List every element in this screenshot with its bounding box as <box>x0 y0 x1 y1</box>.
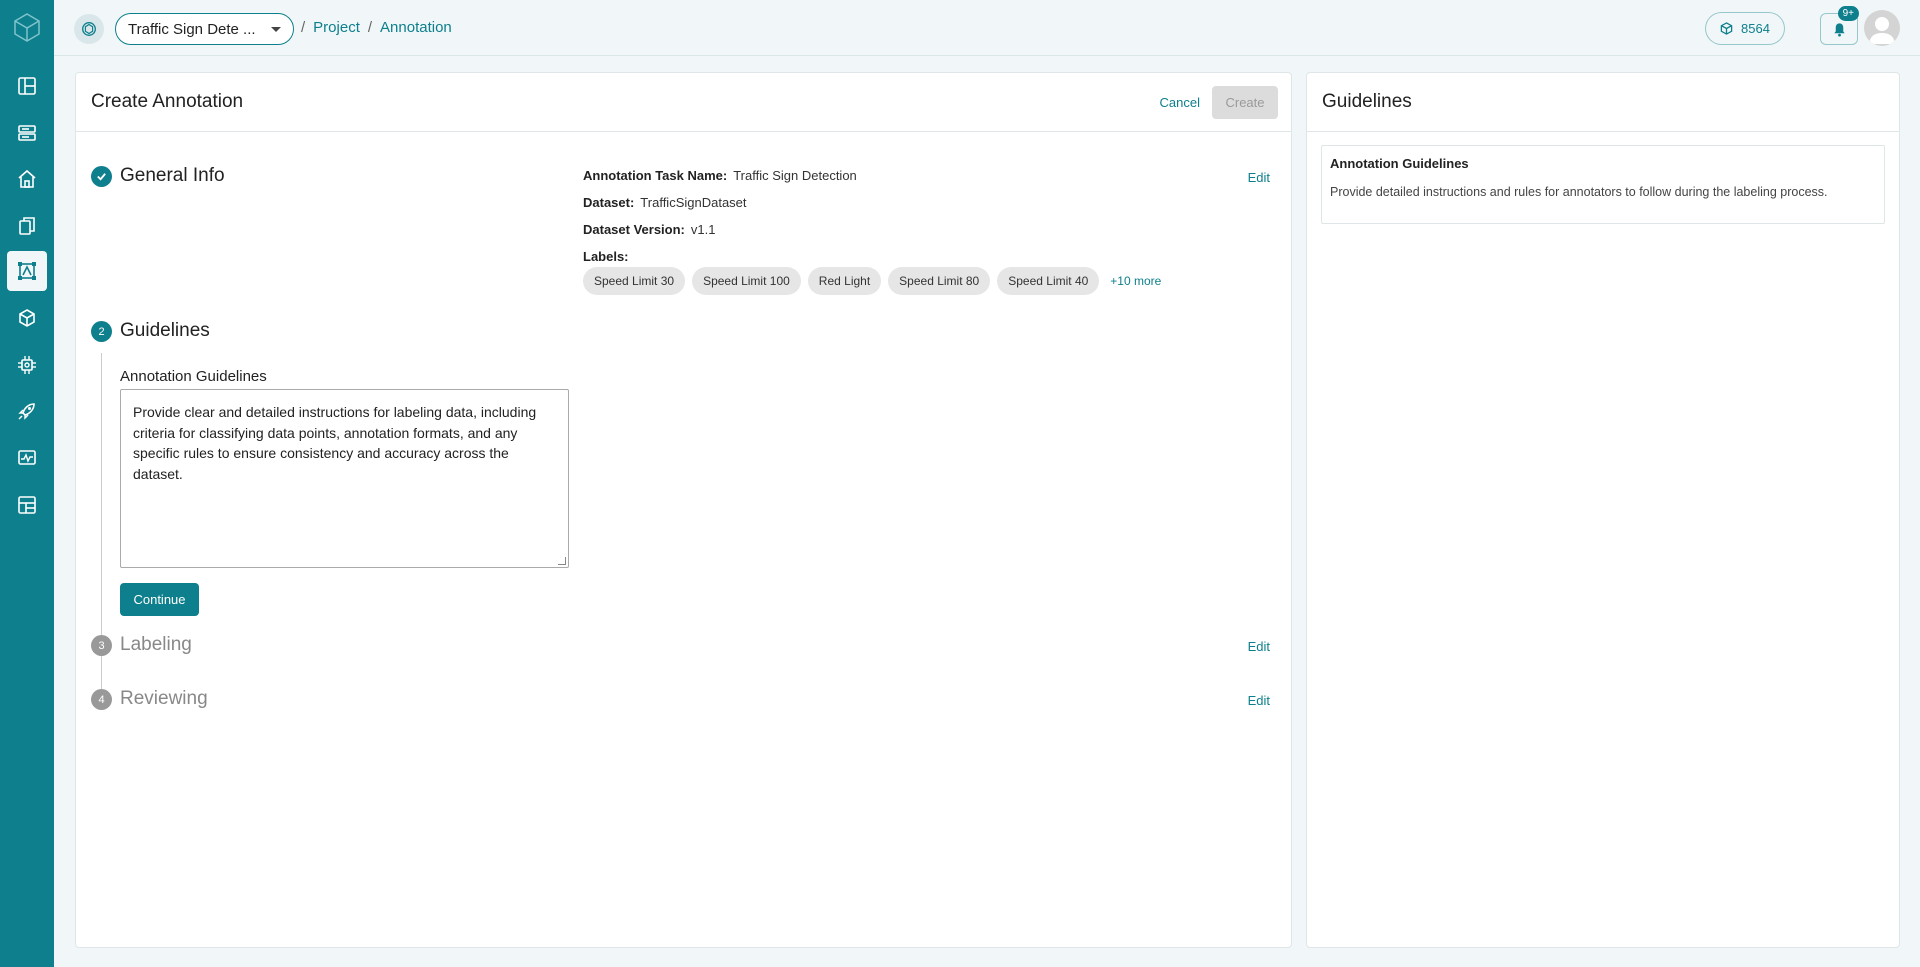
continue-button[interactable]: Continue <box>120 583 199 616</box>
breadcrumb-separator: / <box>367 19 373 36</box>
side-panel-title: Guidelines <box>1322 91 1412 112</box>
user-icon <box>1869 17 1895 44</box>
task-name-value: Traffic Sign Detection <box>733 168 857 183</box>
task-name-row: Annotation Task Name: Traffic Sign Detect… <box>583 168 857 183</box>
sidebar-item-annotation[interactable] <box>7 251 47 291</box>
edit-reviewing-link[interactable]: Edit <box>1248 693 1270 708</box>
notifications-button[interactable]: 9+ <box>1820 6 1859 45</box>
edit-labeling-link[interactable]: Edit <box>1248 639 1270 654</box>
step-number-badge: 4 <box>91 689 112 710</box>
step-guidelines-title[interactable]: Guidelines <box>120 320 210 342</box>
more-labels-link[interactable]: +10 more <box>1110 274 1161 288</box>
step-general-info-title[interactable]: General Info <box>120 165 225 187</box>
label-chip: Speed Limit 100 <box>692 267 801 295</box>
guidelines-textarea[interactable]: Provide clear and detailed instructions … <box>120 389 569 568</box>
layout-icon <box>18 77 36 95</box>
step-reviewing-title[interactable]: Reviewing <box>120 688 208 710</box>
guidelines-field-label: Annotation Guidelines <box>120 368 267 385</box>
dataset-version-label: Dataset Version: <box>583 222 685 237</box>
sidebar-item-compute[interactable] <box>7 345 47 385</box>
credits-count: 8564 <box>1741 21 1770 36</box>
dataset-value: TrafficSignDataset <box>640 195 747 210</box>
sidebar-item-deploy[interactable] <box>7 391 47 431</box>
create-button[interactable]: Create <box>1212 85 1278 119</box>
side-panel-header: Guidelines <box>1307 73 1899 132</box>
home-icon <box>18 169 36 188</box>
credits-button[interactable]: 8564 <box>1705 12 1785 45</box>
guidelines-card: Annotation Guidelines Provide detailed i… <box>1321 145 1885 224</box>
step-number-badge: 2 <box>91 321 112 342</box>
monitor-icon <box>18 450 36 465</box>
sidebar <box>0 0 54 967</box>
annotation-icon <box>18 262 36 280</box>
avatar[interactable] <box>1864 10 1900 46</box>
create-annotation-panel: Create Annotation Cancel Create General … <box>75 72 1292 948</box>
sidebar-item-storage[interactable] <box>7 113 47 153</box>
sidebar-item-home[interactable] <box>7 159 47 199</box>
guidelines-text: Provide clear and detailed instructions … <box>133 404 537 482</box>
guidelines-card-title: Annotation Guidelines <box>1330 156 1469 171</box>
page-title: Create Annotation <box>91 91 244 112</box>
step-number-badge: 3 <box>91 635 112 656</box>
dataset-label: Dataset: <box>583 195 635 210</box>
breadcrumb-annotation-link[interactable]: Annotation <box>380 19 452 36</box>
breadcrumb: / Project / Annotation <box>301 19 452 36</box>
labels-row: Labels: <box>583 249 635 264</box>
label-chips: Speed Limit 30 Speed Limit 100 Red Light… <box>583 267 1161 295</box>
label-chip: Red Light <box>807 267 882 295</box>
project-select-value: Traffic Sign Dete ... <box>128 20 256 38</box>
sidebar-item-dashboard[interactable] <box>7 485 47 525</box>
sidebar-item-documents[interactable] <box>7 206 47 246</box>
cancel-button[interactable]: Cancel <box>1160 95 1200 110</box>
documents-icon <box>19 217 35 235</box>
project-select[interactable]: Traffic Sign Dete ... <box>115 13 294 45</box>
storage-icon <box>18 125 36 141</box>
model-cube-icon <box>19 309 35 327</box>
step-labeling-title[interactable]: Labeling <box>120 634 192 656</box>
breadcrumb-separator: / <box>301 19 306 36</box>
resize-handle-icon[interactable] <box>558 557 566 565</box>
dataset-row: Dataset: TrafficSignDataset <box>583 195 747 210</box>
task-name-label: Annotation Task Name: <box>583 168 728 183</box>
chip-icon <box>18 356 36 374</box>
dashboard-icon <box>18 496 36 514</box>
cube-icon <box>1720 22 1733 35</box>
label-chip: Speed Limit 80 <box>888 267 991 295</box>
guidelines-panel: Guidelines Annotation Guidelines Provide… <box>1306 72 1900 948</box>
label-chip: Speed Limit 40 <box>997 267 1100 295</box>
labels-label: Labels: <box>583 249 629 264</box>
chevron-down-icon <box>271 26 281 32</box>
step-complete-check-icon <box>91 166 112 187</box>
rocket-icon <box>18 403 35 420</box>
dataset-version-row: Dataset Version: v1.1 <box>583 222 715 237</box>
dataset-version-value: v1.1 <box>690 222 716 237</box>
sidebar-item-models[interactable] <box>7 298 47 338</box>
guidelines-card-text: Provide detailed instructions and rules … <box>1330 185 1828 199</box>
panel-header: Create Annotation Cancel Create <box>76 73 1291 132</box>
edit-general-info-link[interactable]: Edit <box>1248 170 1270 185</box>
bell-icon <box>1833 22 1845 37</box>
top-bar: Traffic Sign Dete ... / Project / Annota… <box>54 0 1920 56</box>
breadcrumb-project-link[interactable]: Project <box>313 19 360 36</box>
notification-badge: 9+ <box>1837 6 1859 21</box>
sidebar-item-layout[interactable] <box>7 66 47 106</box>
sidebar-item-monitoring[interactable] <box>7 438 47 478</box>
project-icon[interactable] <box>74 14 104 44</box>
label-chip: Speed Limit 30 <box>583 267 686 295</box>
app-logo-icon[interactable] <box>12 12 42 42</box>
